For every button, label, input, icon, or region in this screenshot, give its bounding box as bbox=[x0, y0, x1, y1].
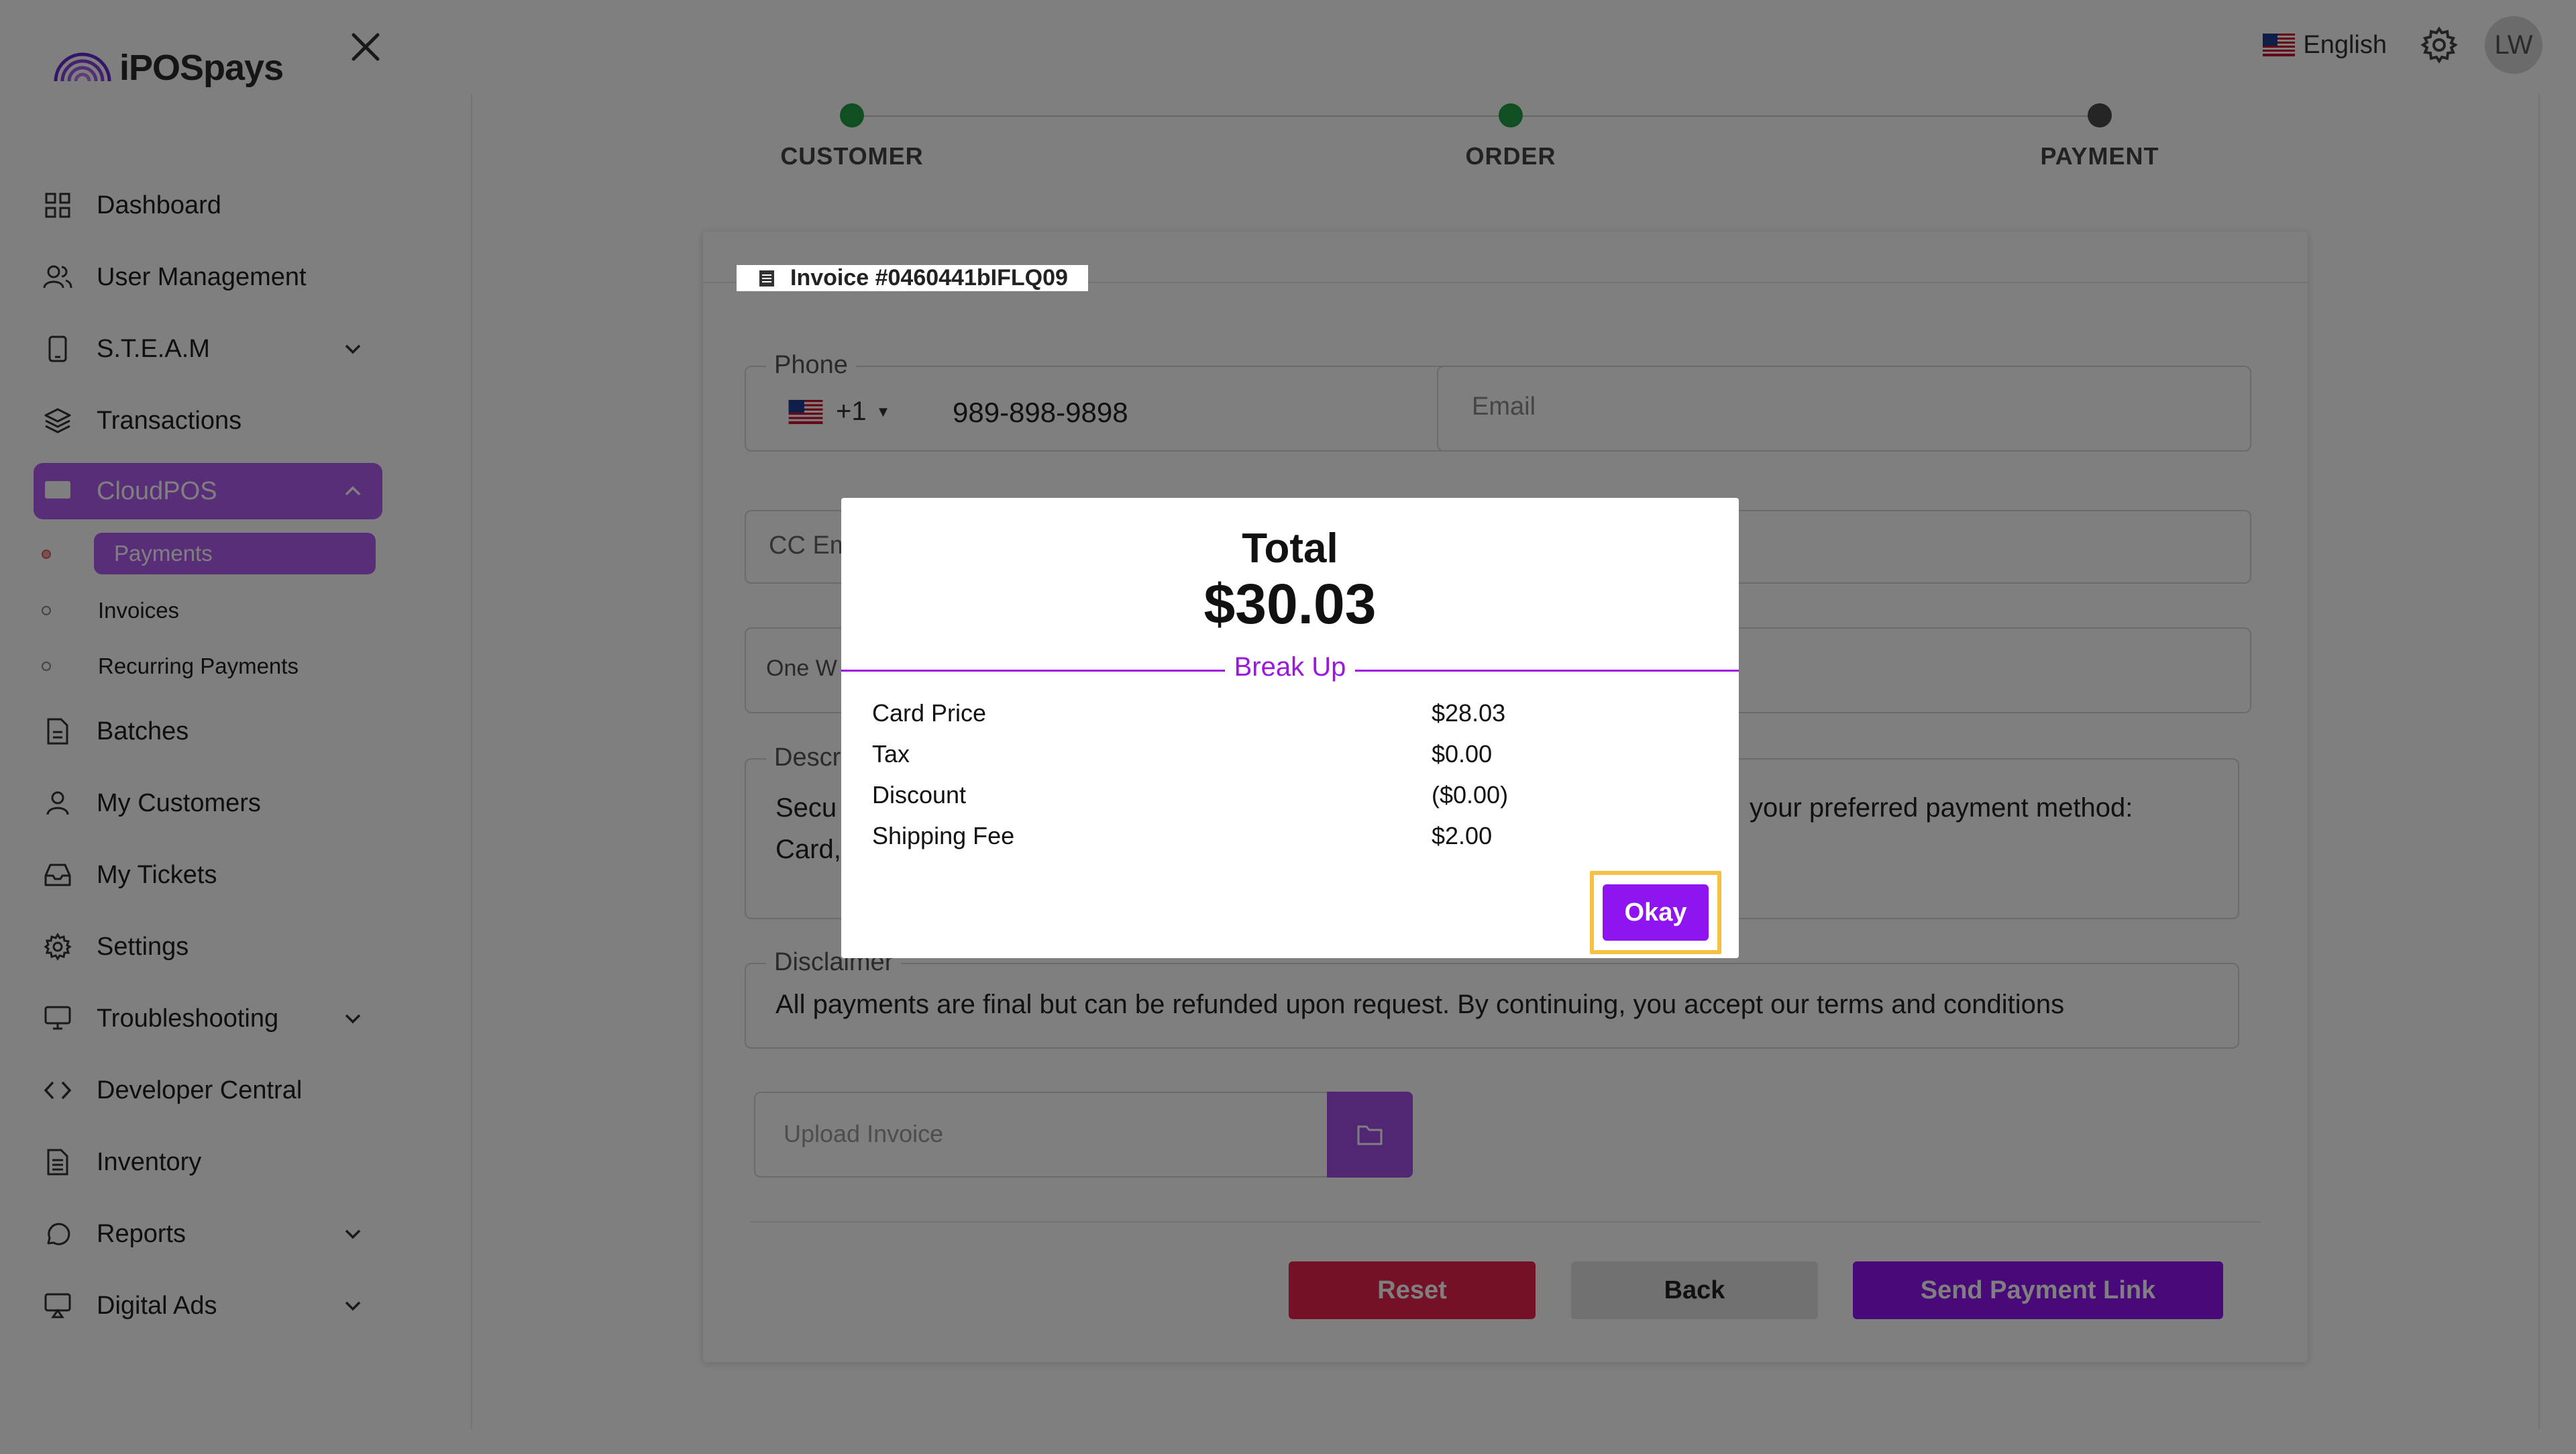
breakup-row: Discount ($0.00) bbox=[872, 781, 1543, 822]
receipt-icon bbox=[759, 270, 774, 287]
modal-title: Total bbox=[1242, 525, 1338, 572]
total-breakup-modal: Total $30.03 Break Up Card Price $28.03 … bbox=[841, 498, 1739, 958]
modal-total-amount: $30.03 bbox=[1203, 572, 1377, 635]
breakup-row-value: $2.00 bbox=[1432, 822, 1493, 849]
breakup-label: Break Up bbox=[1224, 652, 1356, 682]
breakup-row-label: Shipping Fee bbox=[872, 822, 1015, 849]
breakup-row-label: Card Price bbox=[872, 699, 987, 727]
breakup-row-value: ($0.00) bbox=[1432, 781, 1509, 809]
breakup-row-value: $28.03 bbox=[1432, 699, 1506, 727]
breakup-row-value: $0.00 bbox=[1432, 740, 1493, 768]
breakup-list: Card Price $28.03 Tax $0.00 Discount ($0… bbox=[872, 699, 1543, 863]
invoice-title: Invoice #0460441bIFLQ09 bbox=[790, 265, 1068, 291]
breakup-row: Tax $0.00 bbox=[872, 740, 1543, 781]
breakup-row: Card Price $28.03 bbox=[872, 699, 1543, 740]
breakup-row-label: Discount bbox=[872, 781, 967, 809]
okay-button-highlight: Okay bbox=[1590, 871, 1721, 954]
breakup-row-label: Tax bbox=[872, 740, 910, 768]
okay-button[interactable]: Okay bbox=[1603, 884, 1709, 941]
breakup-heading: Break Up bbox=[841, 652, 1739, 682]
breakup-row: Shipping Fee $2.00 bbox=[872, 822, 1543, 863]
invoice-header: Invoice #0460441bIFLQ09 bbox=[737, 265, 1088, 291]
